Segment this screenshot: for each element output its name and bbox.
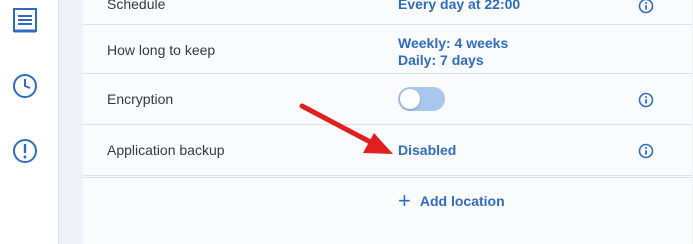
schedule-label: Schedule [107,0,166,12]
row-how-long-to-keep: How long to keep Weekly: 4 weeks Daily: … [83,25,692,74]
plus-icon: + [398,188,411,213]
alert-icon[interactable] [11,137,39,165]
content-area: Schedule Every day at 22:00 How long to … [59,0,693,244]
keep-value-weekly: Weekly: 4 weeks [398,35,509,51]
info-icon[interactable] [638,0,654,14]
encryption-toggle[interactable] [398,87,445,111]
keep-value-daily: Daily: 7 days [398,52,484,68]
clock-icon[interactable] [11,72,39,100]
info-icon[interactable] [638,92,654,108]
application-backup-label: Application backup [107,142,225,158]
sidebar [0,0,59,244]
add-location-button[interactable]: + Add location [398,188,505,213]
backup-plan-panel: Schedule Every day at 22:00 How long to … [83,0,692,244]
keep-value[interactable]: Weekly: 4 weeks Daily: 7 days [398,35,508,69]
add-location-label: Add location [419,193,505,209]
row-schedule: Schedule Every day at 22:00 [83,0,692,25]
keep-label: How long to keep [107,42,216,58]
toggle-knob [400,89,420,109]
application-backup-value[interactable]: Disabled [398,142,456,158]
row-application-backup: Application backup Disabled [83,125,692,178]
backup-list-icon[interactable] [11,6,39,34]
encryption-label: Encryption [107,91,174,107]
schedule-value[interactable]: Every day at 22:00 [398,0,520,12]
info-icon[interactable] [638,143,654,159]
row-encryption: Encryption [83,74,692,125]
